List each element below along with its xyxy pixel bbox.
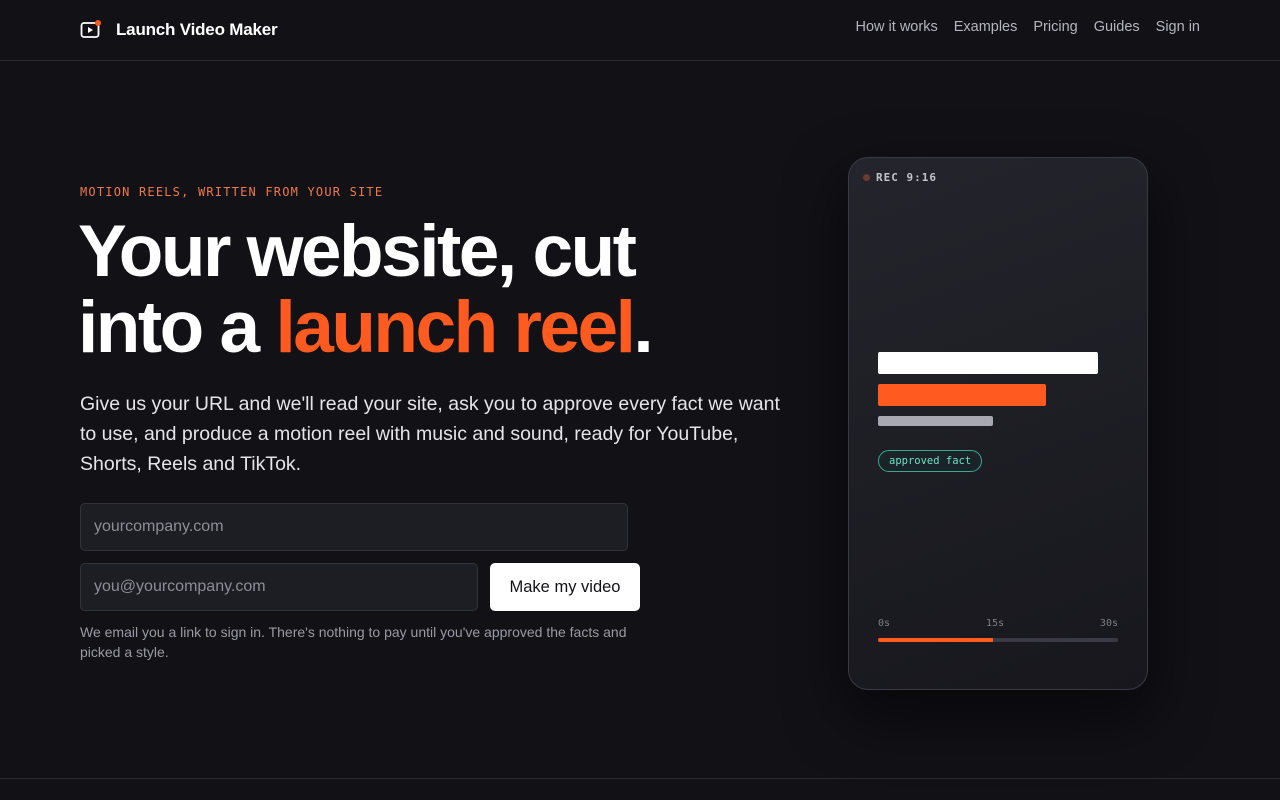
play-icon <box>80 19 102 41</box>
nav-how-it-works[interactable]: How it works <box>856 19 938 35</box>
hero-headline: Your website, cut into a launch reel. <box>78 214 798 366</box>
main-nav: How it works Examples Pricing Guides Sig… <box>856 19 1200 35</box>
record-dot-icon <box>863 174 870 181</box>
brand-name: Launch Video Maker <box>116 20 278 39</box>
rec-label: REC 9:16 <box>876 171 937 184</box>
top-bar: Launch Video Maker How it works Examples… <box>0 0 1280 61</box>
nav-guides[interactable]: Guides <box>1094 19 1140 35</box>
timeline-progress <box>878 638 994 642</box>
preview-accent-bar <box>878 384 1046 406</box>
email-input[interactable] <box>80 563 478 611</box>
nav-sign-in[interactable]: Sign in <box>1156 19 1200 35</box>
rec-indicator: REC 9:16 <box>863 171 937 184</box>
headline-line-2-lead: into a <box>78 287 276 368</box>
preview-subtitle-bar <box>878 416 993 426</box>
headline-period: . <box>633 287 653 368</box>
nav-examples[interactable]: Examples <box>954 19 1018 35</box>
timeline-start-label: 0s <box>878 618 891 629</box>
url-input[interactable] <box>80 503 628 551</box>
brand[interactable]: Launch Video Maker <box>80 18 278 42</box>
headline-line-1: Your website, cut <box>78 211 637 292</box>
bottom-divider <box>0 778 1280 779</box>
timeline-track <box>878 638 1118 642</box>
reel-preview-phone: REC 9:16 approved fact 0s 15s 30s <box>848 157 1148 690</box>
signup-fineprint: We email you a link to sign in. There's … <box>80 624 627 660</box>
timeline-end-label: 30s <box>1099 618 1118 629</box>
hero-eyebrow: MOTION REELS, WRITTEN FROM YOUR SITE <box>80 185 384 199</box>
make-video-button[interactable]: Make my video <box>490 563 640 611</box>
nav-pricing[interactable]: Pricing <box>1033 19 1077 35</box>
timeline-labels: 0s 15s 30s <box>878 618 1118 629</box>
hero-subcopy: Give us your URL and we'll read your sit… <box>80 393 780 475</box>
timeline-mid-label: 15s <box>985 618 1005 629</box>
approved-fact-chip: approved fact <box>878 450 983 472</box>
preview-title-bar <box>878 352 1098 374</box>
headline-accent: launch reel <box>275 287 635 368</box>
